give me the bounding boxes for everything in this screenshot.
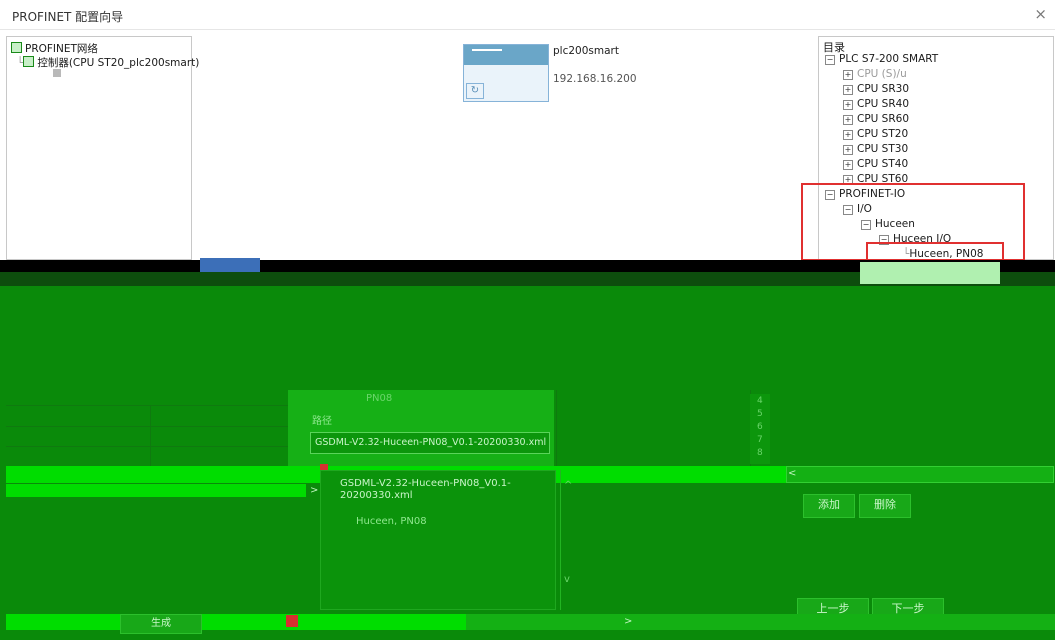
scroll-down-icon[interactable]: v <box>564 574 570 585</box>
expand-icon[interactable]: + <box>843 100 853 110</box>
tree-item-profinet[interactable]: PROFINET网络 <box>11 41 98 56</box>
bottom-scrollbar[interactable] <box>466 614 1055 630</box>
highlight-device <box>866 242 1004 262</box>
bottom-bright-band <box>6 614 466 630</box>
window-title: PROFINET 配置向导 <box>12 10 124 24</box>
tree-item-cpu-3[interactable]: + CPU SR60 <box>843 113 909 125</box>
expand-icon[interactable]: + <box>843 85 853 95</box>
expand-icon[interactable]: + <box>843 145 853 155</box>
expand-icon[interactable]: + <box>843 160 853 170</box>
scroll-left-icon[interactable]: < <box>788 468 796 479</box>
device-header <box>464 45 548 65</box>
collapse-icon[interactable]: − <box>825 55 835 65</box>
row-num-6: 6 <box>757 422 763 432</box>
row-num-8: 8 <box>757 448 763 458</box>
generate-button[interactable]: 生成 <box>120 614 202 634</box>
tree-item-cpu-4[interactable]: + CPU ST20 <box>843 128 908 140</box>
gsd-section <box>288 390 554 470</box>
expand-icon[interactable]: + <box>843 70 853 80</box>
device-box[interactable]: ↻ <box>463 44 549 102</box>
tree-item-cpu-6[interactable]: + CPU ST40 <box>843 158 908 170</box>
gsd-list-item[interactable]: GSDML-V2.32-Huceen-PN08_V0.1- <box>340 478 511 489</box>
tree-item-plc[interactable]: − PLC S7-200 SMART <box>825 53 938 65</box>
controller-icon <box>23 56 35 67</box>
tree-item-cpu-5[interactable]: + CPU ST30 <box>843 143 908 155</box>
gsd-section-label: 路径 <box>312 416 332 427</box>
device-name: plc200smart <box>553 45 619 57</box>
scroll-right-icon[interactable]: > <box>310 485 318 496</box>
status-marker-icon <box>286 615 298 627</box>
row-num-7: 7 <box>757 435 763 445</box>
title-bar: PROFINET 配置向导 × <box>0 0 1055 30</box>
bright-band-2 <box>6 484 306 497</box>
row-num-4: 4 <box>757 396 763 406</box>
device-bus-icon <box>472 49 502 52</box>
tree-item-cpu-1[interactable]: + CPU SR30 <box>843 83 909 95</box>
gsd-list-device[interactable]: Huceen, PN08 <box>356 516 427 527</box>
expand-icon[interactable]: + <box>843 115 853 125</box>
gsd-file-input[interactable]: GSDML-V2.32-Huceen-PN08_V0.1-20200330.xm… <box>310 432 550 454</box>
close-icon[interactable]: × <box>1034 5 1047 23</box>
gsd-list-item-date: 20200330.xml <box>340 490 413 501</box>
add-button[interactable]: 添加 <box>803 494 855 518</box>
device-dot-icon <box>53 69 61 77</box>
horizontal-scrollbar[interactable] <box>786 466 1054 483</box>
tree-item-controller[interactable]: └ 控制器(CPU ST20_plc200smart) <box>17 55 199 70</box>
vertical-scrollbar[interactable] <box>560 470 574 610</box>
device-ip: 192.168.16.200 <box>553 73 637 85</box>
scroll-up-icon[interactable]: ^ <box>564 480 572 491</box>
network-tree-panel: PROFINET网络 └ 控制器(CPU ST20_plc200smart) <box>6 36 199 260</box>
glitch-block-2 <box>200 258 260 272</box>
delete-button[interactable]: 删除 <box>859 494 911 518</box>
network-icon <box>11 42 22 53</box>
expand-icon[interactable]: + <box>843 130 853 140</box>
tree-item-cpu-0[interactable]: + CPU (S)/u <box>843 68 907 80</box>
row-num-5: 5 <box>757 409 763 419</box>
gsd-header: PN08 <box>366 393 393 404</box>
tree-item-cpu-2[interactable]: + CPU SR40 <box>843 98 909 110</box>
port-icon: ↻ <box>466 83 484 99</box>
bottom-scroll-right-icon[interactable]: > <box>624 616 632 627</box>
glitch-block <box>860 262 1000 284</box>
